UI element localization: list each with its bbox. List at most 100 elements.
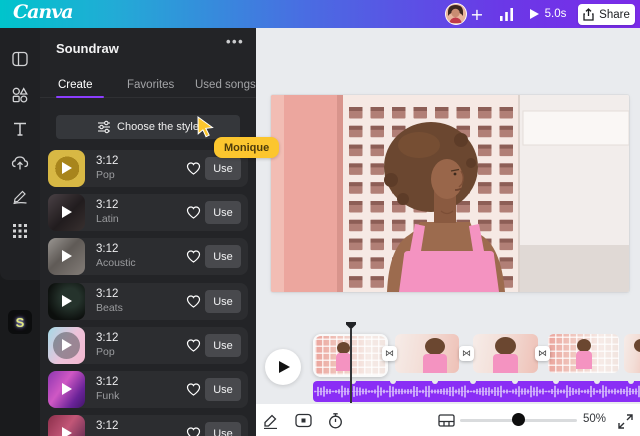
use-button[interactable]: Use	[205, 157, 241, 180]
track-thumbnail[interactable]	[48, 327, 85, 364]
collaborator-name: Monique	[224, 142, 269, 154]
play-icon	[62, 295, 72, 307]
track-duration: 3:12	[96, 155, 118, 167]
notes-icon[interactable]	[262, 412, 279, 429]
track-duration: 3:12	[96, 288, 123, 300]
track-thumbnail[interactable]	[48, 415, 85, 436]
panel-menu-icon[interactable]: •••	[226, 34, 244, 49]
use-button[interactable]: Use	[205, 378, 241, 401]
preview-button[interactable]: 5.0s	[527, 0, 569, 28]
clip-figure	[423, 354, 447, 373]
add-button[interactable]: +	[468, 0, 486, 28]
insights-icon[interactable]	[496, 0, 516, 28]
track-duration: 3:12	[96, 420, 118, 432]
use-button[interactable]: Use	[205, 334, 241, 357]
app-window: Canva + 5.0s Share	[0, 0, 640, 436]
track-duration: 3:12	[96, 332, 118, 344]
timer-icon[interactable]	[327, 412, 344, 429]
favorite-icon[interactable]	[185, 248, 202, 265]
video-still-image	[271, 95, 629, 292]
sidebar-item-uploads[interactable]	[11, 154, 29, 172]
play-icon	[279, 361, 290, 373]
transition-button[interactable]: ⋈	[459, 346, 474, 361]
track-thumbnail[interactable]	[48, 194, 85, 231]
clip-figure	[495, 337, 516, 355]
transition-icon: ⋈	[385, 349, 394, 358]
avatar[interactable]	[445, 3, 467, 25]
track-row[interactable]: 3:12 Beats Use	[48, 283, 248, 320]
clip-figure	[576, 351, 592, 369]
zoom-level: 50%	[583, 413, 606, 425]
timeline-clip-2[interactable]	[395, 334, 459, 373]
clip-figure	[634, 339, 640, 352]
use-button[interactable]: Use	[205, 422, 241, 436]
audio-track-waveform[interactable]	[313, 381, 640, 402]
canva-logo[interactable]: Canva	[13, 1, 73, 23]
avatar-image	[446, 4, 465, 23]
clip-figure	[336, 353, 351, 371]
play-icon	[62, 206, 72, 218]
favorite-icon[interactable]	[185, 204, 202, 221]
clip-figure	[425, 338, 445, 355]
track-row[interactable]: 3:12 Latin Use	[48, 194, 248, 231]
use-button[interactable]: Use	[205, 201, 241, 224]
sidebar-item-apps[interactable]	[11, 222, 29, 240]
track-thumbnail[interactable]	[48, 150, 85, 187]
track-duration: 3:12	[96, 199, 119, 211]
share-icon	[583, 8, 594, 21]
filters-icon	[97, 120, 111, 134]
transition-button[interactable]: ⋈	[382, 346, 397, 361]
choose-style-label: Choose the style	[117, 121, 199, 133]
favorite-icon[interactable]	[185, 293, 202, 310]
tab-used-songs[interactable]: Used songs	[195, 79, 256, 91]
track-row[interactable]: 3:12 Funk Use	[48, 371, 248, 408]
collaborator-cursor-icon	[196, 116, 220, 140]
timeline-clip-3[interactable]	[473, 334, 538, 373]
share-button[interactable]: Share	[578, 4, 635, 25]
fullscreen-icon[interactable]	[617, 413, 634, 430]
active-tab-underline	[56, 96, 104, 98]
present-video-icon[interactable]	[295, 412, 312, 429]
favorite-icon[interactable]	[185, 337, 202, 354]
track-thumbnail[interactable]	[48, 238, 85, 275]
playhead-line[interactable]	[350, 328, 352, 403]
pages-grid-icon[interactable]	[438, 412, 455, 429]
play-icon	[62, 250, 72, 262]
use-button[interactable]: Use	[205, 245, 241, 268]
tab-favorites[interactable]: Favorites	[127, 79, 174, 91]
track-row[interactable]: 3:12 Pop Use	[48, 327, 248, 364]
zoom-slider-knob[interactable]	[512, 413, 525, 426]
video-frame[interactable]	[271, 95, 629, 292]
play-icon	[62, 339, 72, 351]
track-row[interactable]: 3:12 Use	[48, 415, 248, 436]
sidebar-item-text[interactable]	[11, 120, 29, 138]
bar-chart-icon	[499, 7, 514, 22]
sidebar-rail: S	[0, 28, 40, 436]
transition-button[interactable]: ⋈	[535, 346, 550, 361]
track-genre: Latin	[96, 213, 119, 225]
track-genre: Funk	[96, 390, 119, 402]
sidebar-item-design[interactable]	[11, 50, 29, 68]
track-genre: Pop	[96, 169, 118, 181]
collaborator-name-badge: Monique	[214, 137, 279, 158]
soundraw-panel: Soundraw ••• Create Favorites Used songs…	[40, 28, 256, 436]
sidebar-item-elements[interactable]	[11, 86, 29, 104]
favorite-icon[interactable]	[185, 381, 202, 398]
track-duration: 3:12	[96, 243, 136, 255]
favorite-icon[interactable]	[185, 425, 202, 436]
track-thumbnail[interactable]	[48, 283, 85, 320]
tab-create[interactable]: Create	[58, 79, 93, 91]
track-row[interactable]: 3:12 Acoustic Use	[48, 238, 248, 275]
sidebar-item-draw[interactable]	[11, 187, 29, 205]
use-button[interactable]: Use	[205, 290, 241, 313]
timeline-play-button[interactable]	[265, 349, 301, 385]
timeline-clip-5[interactable]	[624, 334, 640, 373]
play-icon	[62, 383, 72, 395]
transition-icon: ⋈	[538, 349, 547, 358]
transition-icon: ⋈	[462, 349, 471, 358]
panel-title: Soundraw	[56, 41, 119, 56]
track-thumbnail[interactable]	[48, 371, 85, 408]
sidebar-item-soundraw[interactable]: S	[8, 310, 32, 334]
timeline-clip-4[interactable]	[548, 334, 619, 373]
favorite-icon[interactable]	[185, 160, 202, 177]
